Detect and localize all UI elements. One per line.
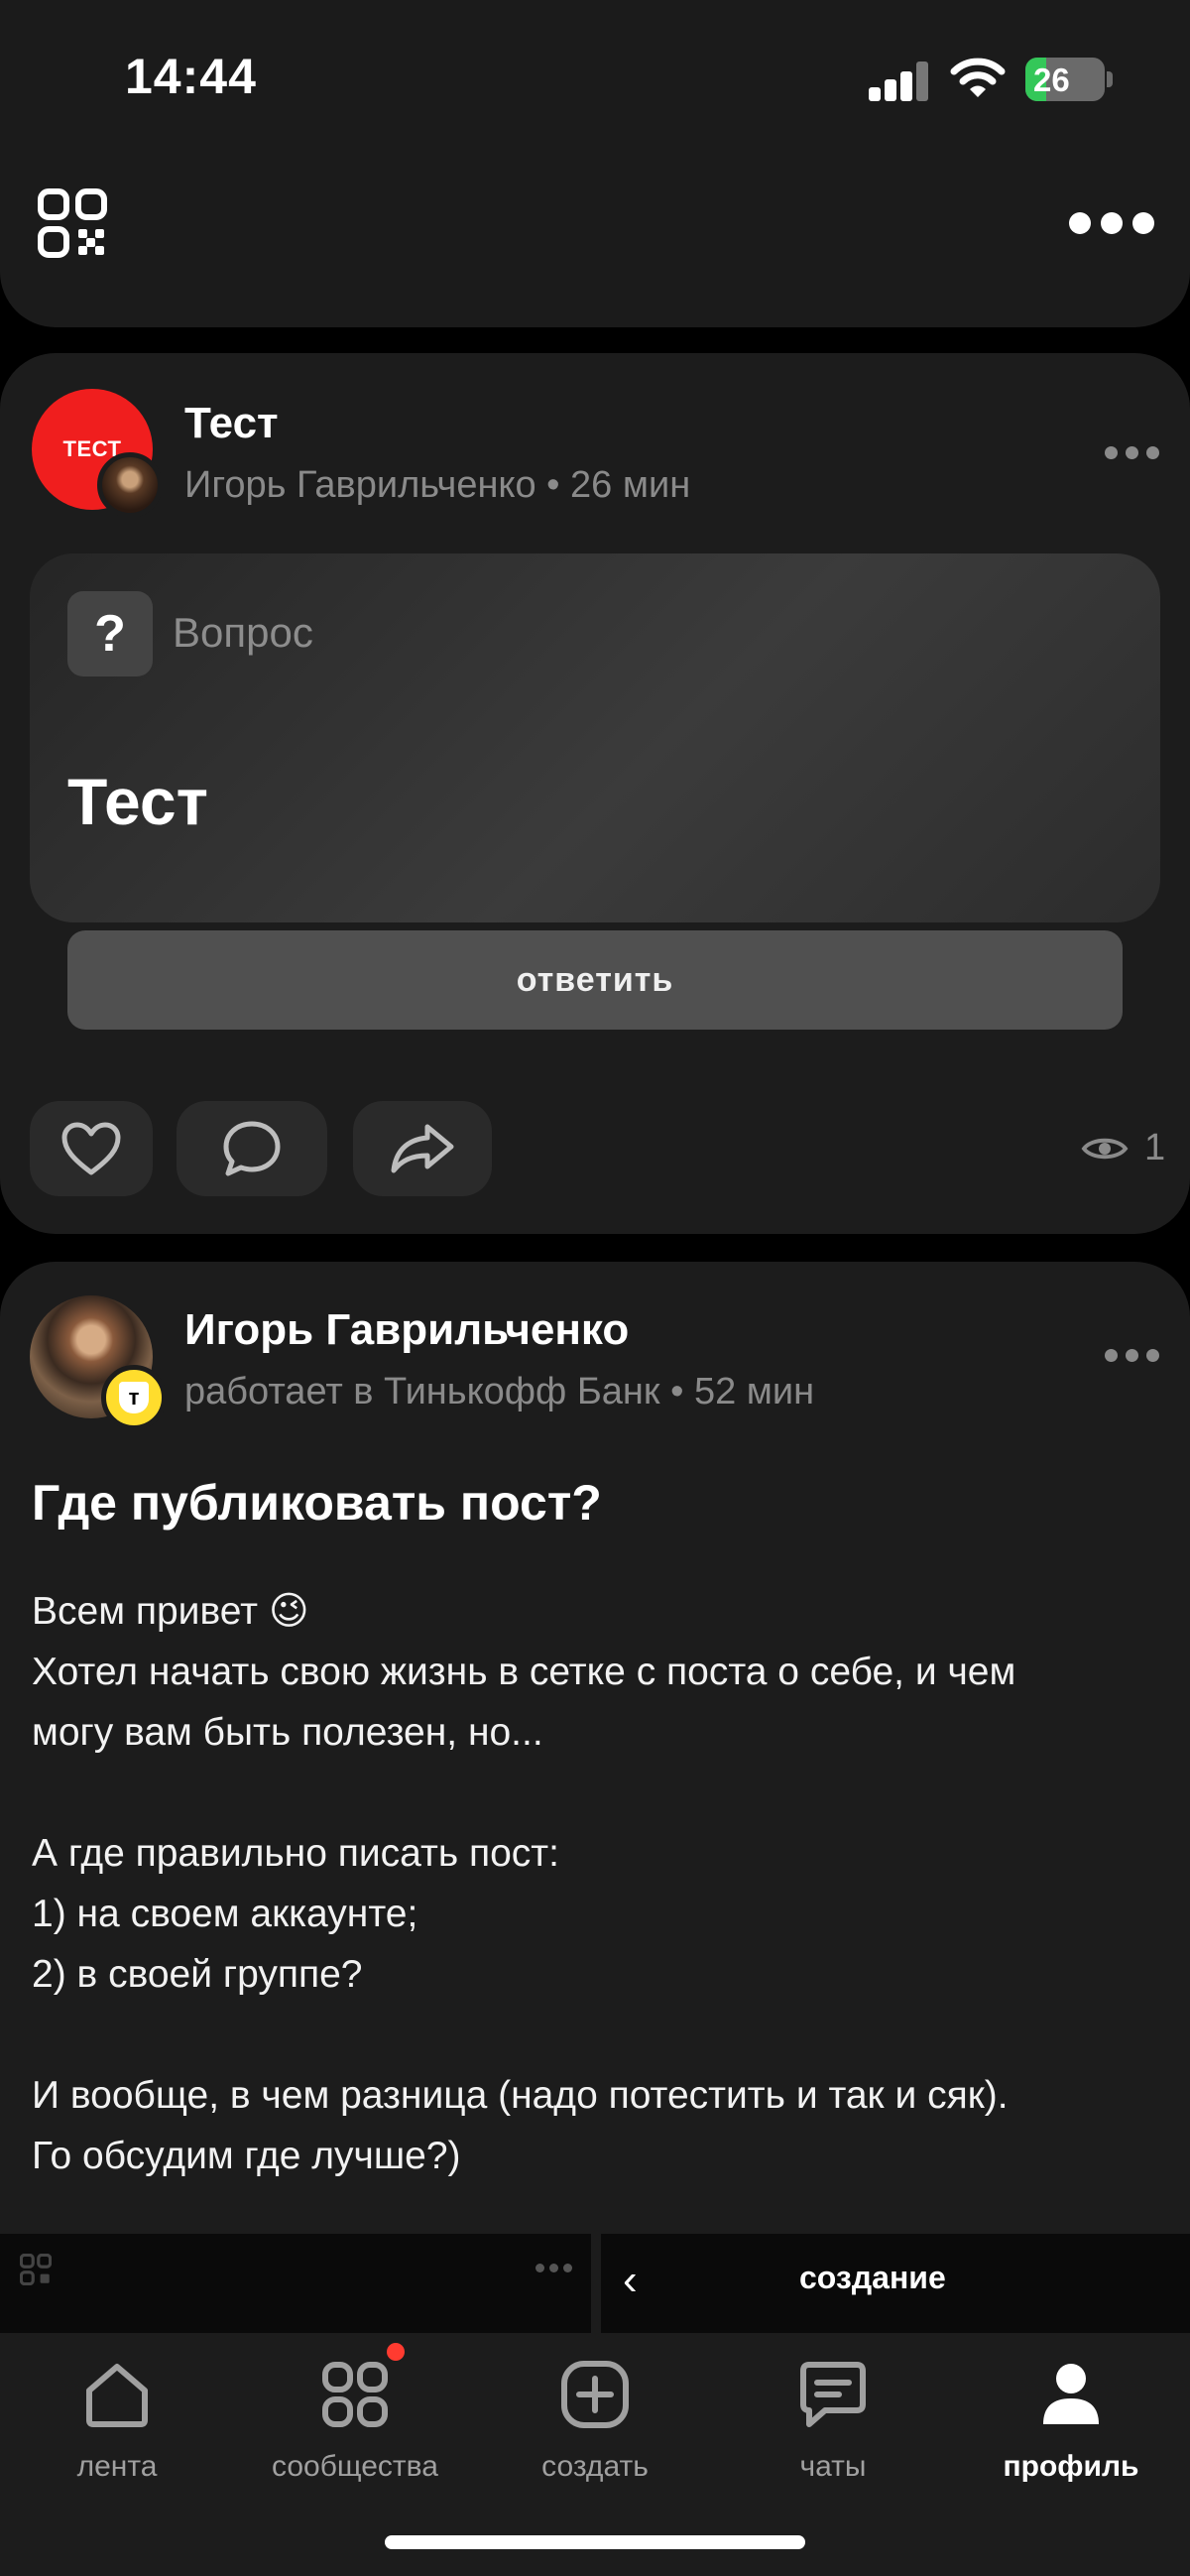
post-menu-icon[interactable]: [1105, 446, 1160, 462]
tinkoff-badge-icon: т: [101, 1365, 167, 1430]
tab-label: создать: [541, 2450, 649, 2483]
image-preview-left[interactable]: [0, 2234, 591, 2333]
plus-icon: [561, 2361, 629, 2428]
battery-tip: [1107, 71, 1113, 87]
post-body-line: Го обсудим где лучше?): [32, 2135, 461, 2177]
question-text: Тест: [67, 765, 208, 838]
more-options-icon[interactable]: [1069, 198, 1156, 248]
post-menu-icon[interactable]: [1105, 1349, 1160, 1365]
question-mark-icon: ?: [67, 591, 153, 676]
eye-icon: [1081, 1138, 1129, 1159]
post-body-line: А где правильно писать пост:: [32, 1832, 560, 1875]
tab-create[interactable]: создать: [486, 2357, 704, 2506]
group-name[interactable]: Тест: [184, 399, 279, 448]
qr-code-icon[interactable]: [38, 188, 107, 258]
post-body-line: могу вам быть полезен, но...: [32, 1711, 543, 1754]
grid-icon: [322, 2362, 388, 2427]
tab-label: сообщества: [272, 2450, 438, 2483]
home-icon: [86, 2364, 148, 2427]
notification-dot: [387, 2343, 405, 2361]
tab-label: чаты: [799, 2450, 867, 2483]
battery-icon: 26: [1025, 58, 1105, 101]
question-block: ? Вопрос Тест ответить: [30, 553, 1160, 1030]
tab-label: профиль: [1003, 2450, 1139, 2483]
post-body-line: 2) в своей группе?: [32, 1953, 363, 1996]
heart-icon: [61, 1122, 121, 1175]
post-title: Где публиковать пост?: [32, 1475, 602, 1531]
tab-feed[interactable]: лента: [8, 2357, 226, 2506]
post-body-line: Всем привет 😉: [32, 1590, 309, 1633]
status-time: 14:44: [125, 49, 257, 104]
author-meta: работает в Тинькофф Банк • 52 мин: [184, 1371, 815, 1412]
post-body-line: И вообще, в чем разница (надо потестить …: [32, 2074, 1009, 2117]
tab-chats[interactable]: чаты: [724, 2357, 942, 2506]
answer-button[interactable]: ответить: [67, 930, 1123, 1030]
views-counter: 1: [1081, 1127, 1165, 1169]
cellular-signal-icon: [869, 61, 930, 101]
tab-communities[interactable]: сообщества: [246, 2357, 464, 2506]
chat-icon: [800, 2362, 866, 2427]
preview-title: создание: [799, 2260, 946, 2295]
author-name[interactable]: Игорь Гаврильченко: [184, 1305, 629, 1355]
back-chevron-icon: ‹: [623, 2256, 638, 2304]
post-body-line: [32, 1763, 1162, 1823]
views-count: 1: [1144, 1127, 1166, 1168]
post-meta: Игорь Гаврильченко • 26 мин: [184, 464, 691, 506]
post-body-line: [32, 2005, 1162, 2065]
home-indicator[interactable]: [385, 2535, 805, 2549]
wifi-icon: [950, 58, 1006, 97]
top-header: 14:44 26: [0, 0, 1190, 327]
post-body-line: Хотел начать свою жизнь в сетке с поста …: [32, 1651, 1016, 1693]
battery-percent: 26: [1033, 61, 1070, 98]
post-body: Всем привет 😉 Хотел начать свою жизнь в …: [32, 1581, 1162, 2186]
post-body-line: 1) на своем аккаунте;: [32, 1893, 418, 1935]
question-type-label: Вопрос: [173, 609, 313, 656]
comment-button[interactable]: [177, 1101, 327, 1196]
tinkoff-badge-letter: т: [119, 1382, 149, 1413]
profile-icon: [1043, 2364, 1099, 2424]
share-icon: [391, 1124, 454, 1173]
tab-label: лента: [76, 2450, 158, 2483]
author-mini-avatar: [97, 452, 163, 518]
tab-profile[interactable]: профиль: [962, 2357, 1180, 2506]
qr-code-icon: [20, 2254, 52, 2285]
question-post-card: ТЕСТ Тест Игорь Гаврильченко • 26 мин ? …: [0, 353, 1190, 1234]
like-button[interactable]: [30, 1101, 153, 1196]
preview-menu-icon: [536, 2264, 572, 2272]
share-button[interactable]: [353, 1101, 492, 1196]
comment-icon: [223, 1121, 281, 1176]
image-preview-right[interactable]: ‹ создание: [601, 2234, 1190, 2333]
